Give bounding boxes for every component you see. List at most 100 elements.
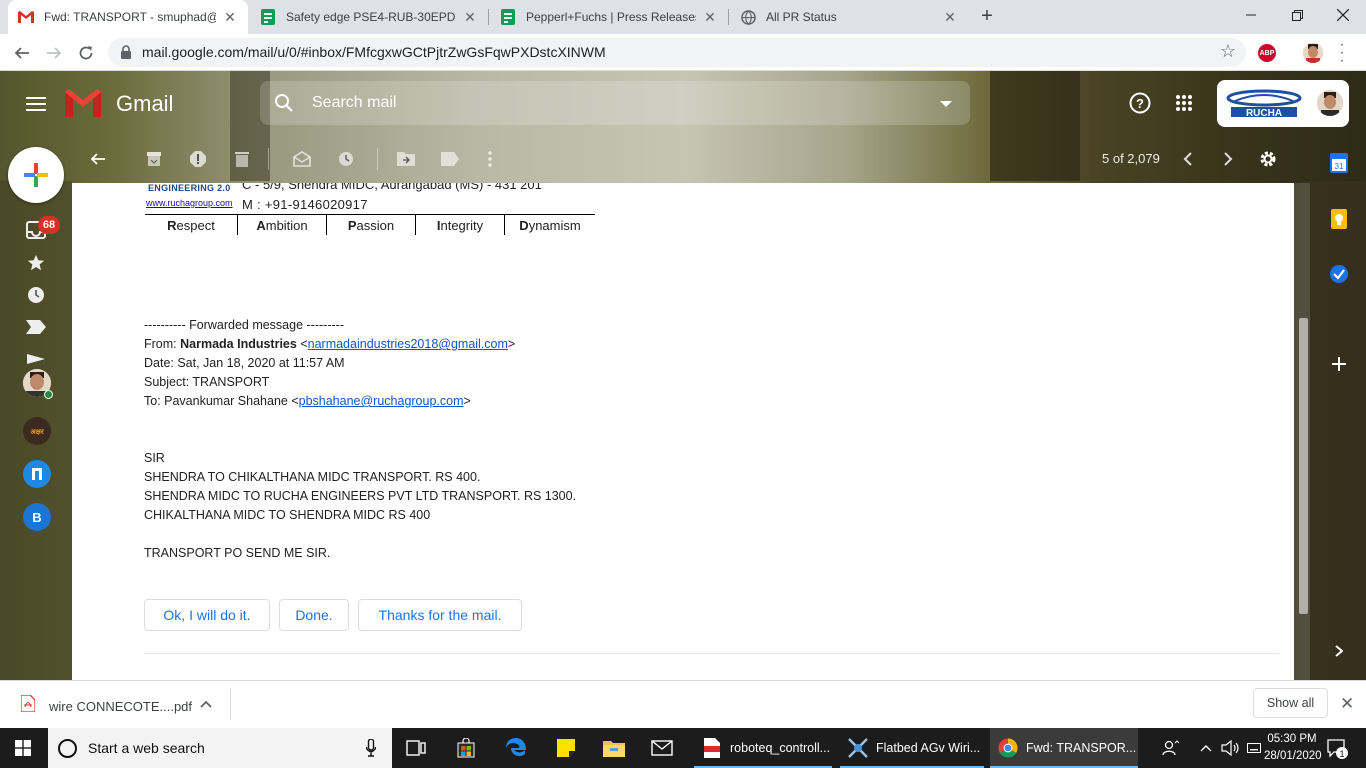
calendar-icon[interactable]: 31	[1329, 153, 1349, 173]
recipient-email-link[interactable]: pbshahane@ruchagroup.com	[299, 394, 464, 408]
mark-unread-icon[interactable]	[291, 148, 313, 170]
back-to-inbox-button[interactable]	[87, 148, 109, 170]
sent-icon[interactable]	[25, 348, 47, 370]
store-icon[interactable]	[450, 728, 482, 768]
snooze-icon[interactable]	[335, 148, 357, 170]
close-icon[interactable]: ✕	[462, 9, 478, 25]
chevron-up-icon[interactable]	[200, 697, 212, 711]
help-icon[interactable]: ?	[1129, 92, 1151, 119]
divider	[144, 653, 1279, 654]
settings-gear-icon[interactable]	[1257, 148, 1279, 170]
back-button[interactable]	[10, 41, 34, 65]
chevron-up-icon[interactable]	[1196, 728, 1216, 768]
hangouts-contact-avatar[interactable]: अक्षर	[23, 417, 51, 445]
search-icon[interactable]	[274, 93, 294, 113]
file-explorer-icon[interactable]	[598, 728, 630, 768]
browser-tab-pr-status[interactable]: All PR Status ✕	[730, 0, 968, 34]
smart-reply-button[interactable]: Ok, I will do it.	[144, 599, 270, 631]
taskbar-window-chrome[interactable]: Fwd: TRANSPOR...	[990, 728, 1138, 768]
smart-reply-button[interactable]: Thanks for the mail.	[358, 599, 522, 631]
windows-start-icon[interactable]	[15, 740, 31, 756]
tab-divider	[728, 9, 729, 25]
close-icon[interactable]: ✕	[942, 9, 958, 25]
new-tab-button[interactable]: +	[976, 5, 998, 27]
mail-icon[interactable]	[646, 728, 678, 768]
taskbar-window-flatbed[interactable]: Flatbed AGv Wiri...	[840, 728, 984, 768]
close-window-button[interactable]	[1320, 0, 1366, 30]
adblock-extension-icon[interactable]: ABP	[1258, 44, 1276, 62]
tasks-icon[interactable]	[1329, 264, 1349, 284]
svg-text:अक्षर: अक्षर	[30, 429, 44, 436]
close-icon[interactable]: ✕	[222, 9, 238, 25]
forwarded-header: ---------- Forwarded message ---------	[144, 318, 344, 332]
account-switcher[interactable]: RUCHA	[1217, 80, 1349, 127]
archive-icon[interactable]	[143, 148, 165, 170]
move-to-icon[interactable]	[395, 148, 417, 170]
forward-button[interactable]	[42, 41, 66, 65]
close-download-bar-icon[interactable]: ✕	[1340, 694, 1354, 714]
value-respect: Respect	[145, 215, 238, 235]
delete-icon[interactable]	[231, 148, 253, 170]
browser-tab-safety-edge[interactable]: Safety edge PSE4-RUB-30EPDM5 ✕	[250, 0, 488, 34]
browser-tab-gmail[interactable]: Fwd: TRANSPORT - smuphad@ru ✕	[8, 0, 248, 34]
snoozed-icon[interactable]	[25, 284, 47, 306]
volume-icon[interactable]	[1218, 728, 1242, 768]
task-view-icon[interactable]	[400, 728, 432, 768]
main-menu-icon[interactable]	[26, 97, 46, 111]
compose-button[interactable]	[8, 147, 64, 203]
taskbar-clock[interactable]: 05:30 PM 28/01/2020	[1264, 731, 1322, 765]
account-avatar[interactable]	[1317, 90, 1343, 116]
apps-grid-icon[interactable]	[1175, 94, 1193, 117]
subject-line: Subject: TRANSPORT	[144, 375, 270, 389]
action-center-icon[interactable]: 1	[1322, 728, 1352, 768]
to-line: To: Pavankumar Shahane <pbshahane@ruchag…	[144, 394, 471, 408]
search-placeholder: Search mail	[312, 94, 397, 111]
add-addon-icon[interactable]	[1329, 354, 1349, 374]
value-integrity: Integrity	[416, 215, 505, 235]
keyboard-icon[interactable]	[1244, 728, 1264, 768]
restore-button[interactable]	[1274, 0, 1320, 30]
sheets-icon	[260, 9, 276, 25]
expand-panel-icon[interactable]	[1329, 641, 1349, 661]
download-file-name[interactable]: wire CONNECOTE....pdf	[49, 699, 192, 714]
tab-divider	[488, 9, 489, 25]
pdf-file-icon	[20, 694, 36, 713]
edge-icon[interactable]	[500, 728, 532, 768]
body-line: SHENDRA MIDC TO RUCHA ENGINEERS PVT LTD …	[144, 489, 577, 503]
microphone-icon[interactable]	[365, 738, 377, 757]
older-message-icon[interactable]	[1217, 148, 1239, 170]
address-bar[interactable]: mail.google.com/mail/u/0/#inbox/FMfcgxwG…	[108, 38, 1246, 67]
label-icon[interactable]	[439, 148, 461, 170]
globe-icon	[740, 9, 756, 25]
important-icon[interactable]	[25, 316, 47, 338]
search-mail-box[interactable]: Search mail	[260, 81, 970, 125]
more-options-icon[interactable]	[479, 148, 501, 170]
keep-icon[interactable]	[1329, 209, 1349, 229]
toolbar-divider	[268, 148, 269, 170]
scrollbar-thumb[interactable]	[1299, 318, 1308, 614]
people-icon[interactable]	[1156, 728, 1186, 768]
browser-menu-icon[interactable]: · · ·	[1337, 37, 1347, 69]
taskbar-window-roboteq[interactable]: roboteq_controll...	[694, 728, 832, 768]
sticky-notes-icon[interactable]	[550, 728, 582, 768]
hangouts-contact-avatar[interactable]: B	[23, 503, 51, 531]
browser-profile-avatar[interactable]	[1303, 43, 1323, 63]
smart-reply-button[interactable]: Done.	[279, 599, 349, 631]
sender-email-link[interactable]: narmadaindustries2018@gmail.com	[308, 337, 508, 351]
report-spam-icon[interactable]	[187, 148, 209, 170]
reload-button[interactable]	[74, 41, 98, 65]
browser-tab-pepperl-fuchs[interactable]: Pepperl+Fuchs | Press Releases fo ✕	[490, 0, 728, 34]
hangouts-contact-avatar[interactable]	[23, 460, 51, 488]
bookmark-star-icon[interactable]: ☆	[1220, 41, 1236, 62]
contact-initial: B	[32, 509, 42, 525]
minimize-button[interactable]	[1228, 0, 1274, 30]
close-icon[interactable]: ✕	[702, 9, 718, 25]
signature-website-link[interactable]: www.ruchagroup.com	[146, 198, 233, 208]
taskbar-search-box[interactable]: Start a web search	[48, 728, 392, 768]
newer-message-icon[interactable]	[1177, 148, 1199, 170]
online-status-dot	[44, 390, 53, 399]
show-all-downloads-button[interactable]: Show all	[1253, 688, 1328, 718]
gmail-logo-icon[interactable]	[65, 89, 101, 117]
search-options-icon[interactable]	[940, 101, 952, 107]
starred-icon[interactable]	[25, 252, 47, 274]
